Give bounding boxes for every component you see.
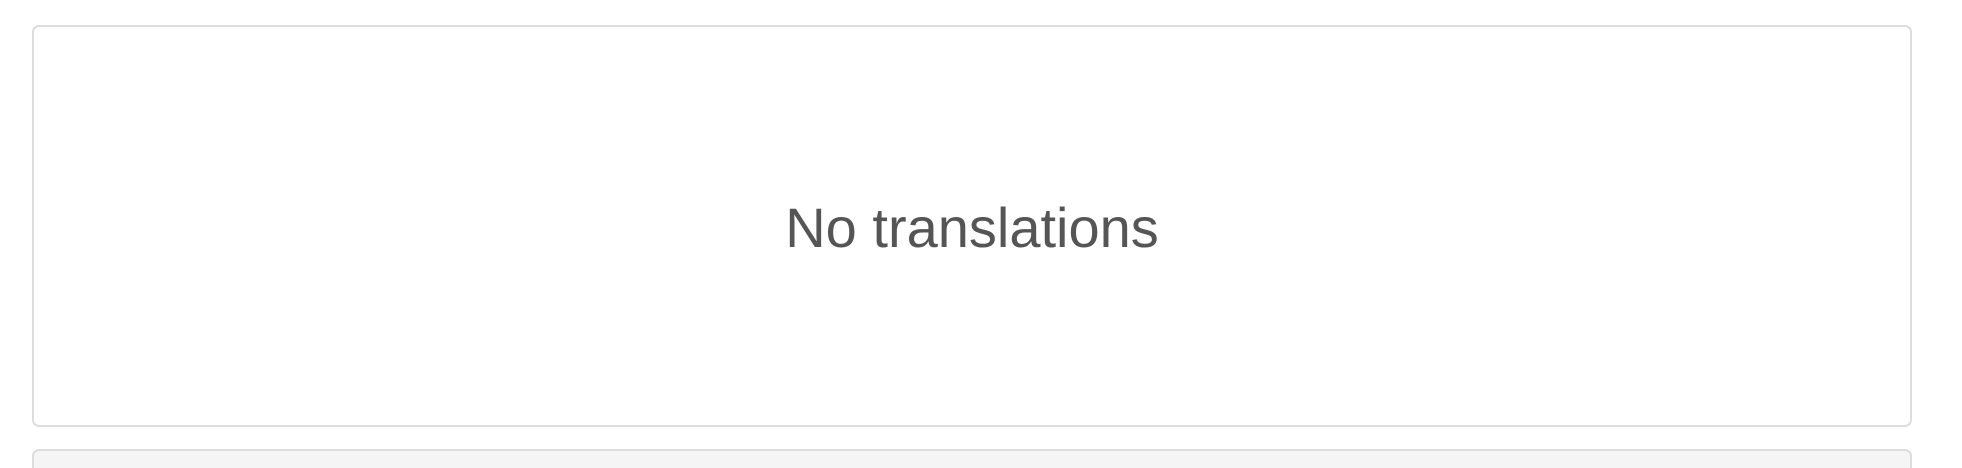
empty-state-message: No translations <box>785 196 1159 259</box>
translations-page: No translations <box>0 0 1962 468</box>
translations-empty-panel: No translations <box>32 25 1912 427</box>
secondary-panel-header <box>32 449 1912 468</box>
